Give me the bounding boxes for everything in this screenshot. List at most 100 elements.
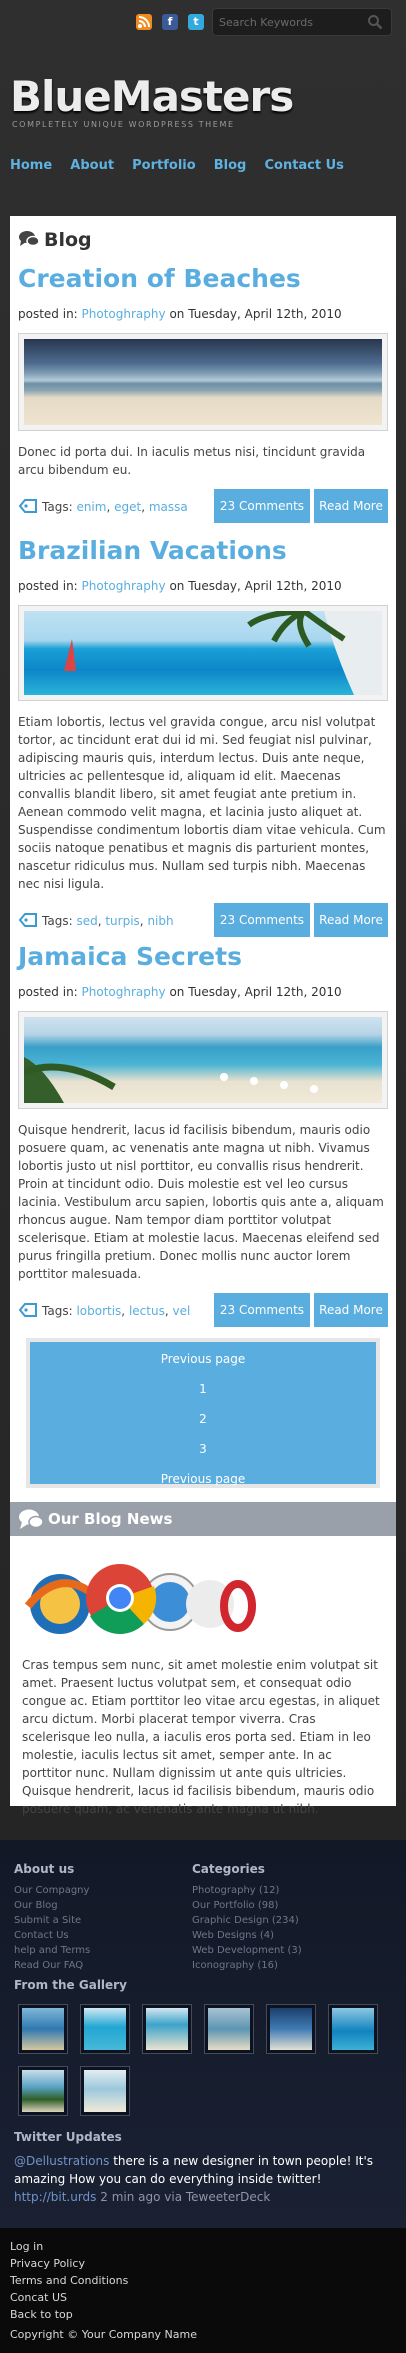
read-more-button[interactable]: Read More xyxy=(314,489,388,523)
comments-icon xyxy=(19,231,40,247)
category-link[interactable]: Graphic Design (234) xyxy=(192,1913,302,1928)
blog-heading: Blog xyxy=(18,229,92,251)
tags-label: Tags: xyxy=(42,1304,73,1318)
tropical-photo xyxy=(24,611,382,695)
post-title[interactable]: Brazilian Vacations xyxy=(18,536,388,565)
tag-link[interactable]: lobortis xyxy=(76,1304,121,1318)
comments-button[interactable]: 23 Comments xyxy=(214,1293,310,1327)
main-nav: Home About Portfolio Blog Contact Us xyxy=(10,154,357,173)
site-tagline: COMPLETELY UNIQUE WORDPRESS THEME xyxy=(12,120,235,129)
facebook-icon[interactable]: f xyxy=(162,14,178,30)
post-meta-line: posted in: Photoghraphy on Tuesday, Apri… xyxy=(18,985,388,999)
blog-news-header: Our Blog News xyxy=(10,1502,396,1536)
gallery-thumbnail[interactable] xyxy=(142,2004,192,2054)
search-icon[interactable] xyxy=(367,14,383,30)
bottom-link-back-to-top[interactable]: Back to top xyxy=(10,2306,128,2323)
tag-link[interactable]: sed xyxy=(76,914,97,928)
tag-link[interactable]: massa xyxy=(149,500,188,514)
tag-link[interactable]: nibh xyxy=(147,914,173,928)
post-date: on Tuesday, April 12th, 2010 xyxy=(169,579,342,593)
pager-previous[interactable]: Previous page xyxy=(30,1464,376,1494)
copyright: Copyright © Your Company Name xyxy=(10,2328,197,2341)
footer-link[interactable]: Contact Us xyxy=(14,1928,90,1943)
bottom-link-login[interactable]: Log in xyxy=(10,2238,128,2255)
tag-link[interactable]: vel xyxy=(172,1304,190,1318)
category-link[interactable]: Web Designs (4) xyxy=(192,1928,302,1943)
tags-label: Tags: xyxy=(42,914,73,928)
post-image xyxy=(18,333,388,431)
gallery-thumbnail[interactable] xyxy=(80,2066,130,2116)
tweet: @Dellustrations there is a new designer … xyxy=(14,2152,394,2206)
post-category-link[interactable]: Photoghraphy xyxy=(82,579,166,593)
tweet-link[interactable]: http://bit.urds xyxy=(14,2190,96,2204)
bottom-link-terms[interactable]: Terms and Conditions xyxy=(10,2272,128,2289)
gallery-thumbnail[interactable] xyxy=(266,2004,316,2054)
categories-title: Categories xyxy=(192,1862,265,1876)
categories-column: Categories Photography (12) Our Portfoli… xyxy=(192,1862,302,1973)
pager-page-2[interactable]: 2 xyxy=(30,1404,376,1434)
category-link[interactable]: Iconography (16) xyxy=(192,1958,302,1973)
footer-link[interactable]: Read Our FAQ xyxy=(14,1958,90,1973)
category-link[interactable]: Photography (12) xyxy=(192,1883,302,1898)
tag-link[interactable]: eget xyxy=(114,500,141,514)
tag-link[interactable]: enim xyxy=(76,500,106,514)
post-tags: Tags: lobortis, lectus, vel xyxy=(18,1303,190,1318)
bottom-links: Log in Privacy Policy Terms and Conditio… xyxy=(10,2238,128,2323)
nav-home[interactable]: Home xyxy=(10,158,52,173)
nav-about[interactable]: About xyxy=(70,158,114,173)
post-tags: Tags: sed, turpis, nibh xyxy=(18,913,174,928)
blog-post: Jamaica Secrets posted in: Photoghraphy … xyxy=(18,942,388,1327)
tag-icon xyxy=(18,1303,37,1317)
category-link[interactable]: Our Portfolio (98) xyxy=(192,1898,302,1913)
nav-blog[interactable]: Blog xyxy=(214,158,247,173)
search-box xyxy=(212,8,392,36)
category-link[interactable]: Web Development (3) xyxy=(192,1943,302,1958)
twitter-icon[interactable]: t xyxy=(188,14,204,30)
read-more-button[interactable]: Read More xyxy=(314,903,388,937)
pager-page-1[interactable]: 1 xyxy=(30,1374,376,1404)
footer-link[interactable]: Our Compagny xyxy=(14,1883,90,1898)
nav-portfolio[interactable]: Portfolio xyxy=(132,158,196,173)
nav-contact-us[interactable]: Contact Us xyxy=(264,158,343,173)
comments-button[interactable]: 23 Comments xyxy=(214,489,310,523)
tweet-handle[interactable]: @Dellustrations xyxy=(14,2154,109,2168)
post-date: on Tuesday, April 12th, 2010 xyxy=(169,307,342,321)
bottom-link-privacy[interactable]: Privacy Policy xyxy=(10,2255,128,2272)
post-excerpt: Etiam lobortis, lectus vel gravida congu… xyxy=(18,715,386,891)
gallery-thumbnail[interactable] xyxy=(204,2004,254,2054)
post-date: on Tuesday, April 12th, 2010 xyxy=(169,985,342,999)
read-more-button[interactable]: Read More xyxy=(314,1293,388,1327)
blog-post: Brazilian Vacations posted in: Photoghra… xyxy=(18,536,388,937)
gallery-thumbnail[interactable] xyxy=(18,2004,68,2054)
footer-link[interactable]: help and Terms xyxy=(14,1943,90,1958)
post-title[interactable]: Creation of Beaches xyxy=(18,264,388,293)
blog-post: Creation of Beaches posted in: Photoghra… xyxy=(18,264,388,523)
footer-link[interactable]: Our Blog xyxy=(14,1898,90,1913)
post-title[interactable]: Jamaica Secrets xyxy=(18,942,388,971)
blog-news-text: Cras tempus sem nunc, sit amet molestie … xyxy=(22,1658,380,1816)
gallery-thumbnail[interactable] xyxy=(328,2004,378,2054)
post-excerpt: Donec id porta dui. In iaculis metus nis… xyxy=(18,445,366,477)
post-image xyxy=(18,605,388,701)
site-logo[interactable]: BlueMasters xyxy=(10,72,294,121)
pager-previous[interactable]: Previous page xyxy=(30,1344,376,1374)
gallery-thumbnail[interactable] xyxy=(80,2004,130,2054)
post-excerpt: Quisque hendrerit, lacus id facilisis bi… xyxy=(18,1123,384,1281)
bottom-link-contact[interactable]: Concat US xyxy=(10,2289,128,2306)
pager-page-3[interactable]: 3 xyxy=(30,1434,376,1464)
rss-icon[interactable] xyxy=(136,14,152,30)
footer-link[interactable]: Submit a Site xyxy=(14,1913,90,1928)
footer: About us Our Compagny Our Blog Submit a … xyxy=(0,1840,406,2230)
main-content: Blog Creation of Beaches posted in: Phot… xyxy=(10,216,396,1816)
comments-icon xyxy=(19,1509,44,1529)
post-category-link[interactable]: Photoghraphy xyxy=(82,307,166,321)
tag-link[interactable]: lectus xyxy=(129,1304,165,1318)
comments-button[interactable]: 23 Comments xyxy=(214,903,310,937)
search-input[interactable] xyxy=(219,13,359,31)
tag-link[interactable]: turpis xyxy=(105,914,139,928)
header: f t BlueMasters COMPLETELY UNIQUE WORDPR… xyxy=(0,0,406,200)
twitter-title: Twitter Updates xyxy=(14,2130,122,2144)
post-category-link[interactable]: Photoghraphy xyxy=(82,985,166,999)
gallery-thumbnail[interactable] xyxy=(18,2066,68,2116)
bottom-bar: Log in Privacy Policy Terms and Conditio… xyxy=(0,2228,406,2353)
